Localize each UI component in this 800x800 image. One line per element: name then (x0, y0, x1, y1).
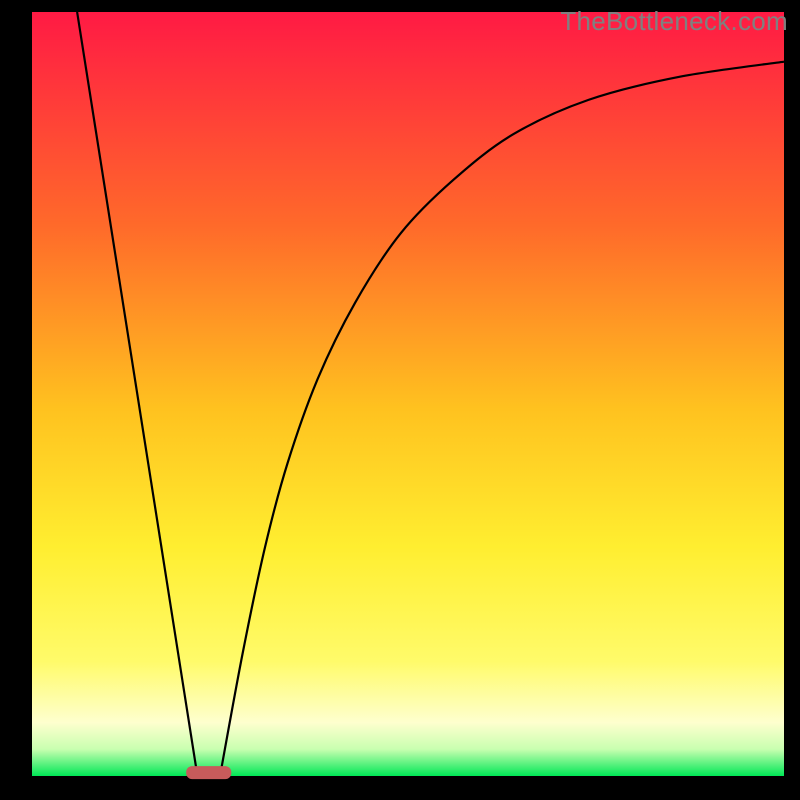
watermark-text: TheBottleneck.com (560, 6, 788, 37)
valley-marker (186, 766, 231, 779)
chart-frame: TheBottleneck.com (0, 0, 800, 800)
plot-background (32, 12, 784, 776)
bottleneck-chart (0, 0, 800, 800)
